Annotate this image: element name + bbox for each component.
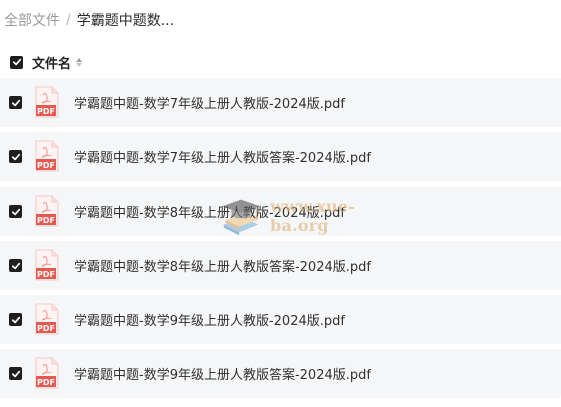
breadcrumb-current-folder: 学霸题中题数... (76, 13, 175, 29)
pdf-file-icon: PDF (34, 195, 60, 228)
file-checkbox[interactable] (9, 150, 22, 163)
checkmark-icon (11, 99, 20, 106)
select-all-checkbox[interactable] (10, 55, 23, 69)
column-header-filename[interactable]: 文件名 (32, 53, 71, 72)
pdf-file-icon: PDF (34, 303, 60, 336)
pdf-file-icon: PDF (34, 86, 60, 119)
checkmark-icon (11, 262, 20, 269)
checkmark-icon (11, 370, 20, 377)
file-name[interactable]: 学霸题中题-数学8年级上册人教版答案-2024版.pdf (74, 256, 371, 275)
file-row[interactable]: PDF 学霸题中题-数学9年级上册人教版答案-2024版.pdf (0, 349, 561, 398)
file-row[interactable]: PDF 学霸题中题-数学7年级上册人教版答案-2024版.pdf (0, 132, 561, 181)
checkmark-icon (11, 316, 20, 323)
pdf-file-icon: PDF (34, 357, 60, 390)
file-checkbox[interactable] (9, 313, 22, 326)
file-checkbox[interactable] (9, 205, 22, 218)
breadcrumb-separator: / (66, 12, 71, 28)
pdf-file-icon: PDF (34, 140, 60, 173)
pdf-file-icon: PDF (34, 249, 60, 282)
pdf-label: PDF (37, 324, 55, 333)
file-name[interactable]: 学霸题中题-数学9年级上册人教版答案-2024版.pdf (74, 364, 371, 383)
file-row[interactable]: PDF 学霸题中题-数学9年级上册人教版-2024版.pdf (0, 295, 561, 344)
breadcrumb: 全部文件 / 学霸题中题数... (4, 11, 174, 29)
file-row[interactable]: PDF 学霸题中题-数学8年级上册人教版-2024版.pdf (0, 187, 561, 236)
pdf-label: PDF (37, 216, 55, 225)
file-name[interactable]: 学霸题中题-数学7年级上册人教版答案-2024版.pdf (74, 147, 371, 166)
pdf-label: PDF (37, 107, 55, 116)
file-row[interactable]: PDF 学霸题中题-数学7年级上册人教版-2024版.pdf (0, 78, 561, 127)
file-browser-panel: 全部文件 / 学霸题中题数... 文件名 PDF 学霸题中题-数学7年级上册人教版… (0, 0, 561, 407)
pdf-label: PDF (37, 270, 55, 279)
pdf-label: PDF (37, 161, 55, 170)
breadcrumb-root-link[interactable]: 全部文件 (4, 10, 60, 30)
file-name[interactable]: 学霸题中题-数学9年级上册人教版-2024版.pdf (74, 310, 345, 329)
file-checkbox[interactable] (9, 367, 22, 380)
checkmark-icon (11, 208, 20, 215)
sort-icon[interactable] (76, 56, 83, 68)
file-checkbox[interactable] (9, 96, 22, 109)
checkmark-icon (12, 58, 21, 66)
file-row[interactable]: PDF 学霸题中题-数学8年级上册人教版答案-2024版.pdf (0, 241, 561, 290)
checkmark-icon (11, 153, 20, 160)
file-name[interactable]: 学霸题中题-数学8年级上册人教版-2024版.pdf (74, 202, 345, 221)
file-list-header: 文件名 (0, 51, 561, 73)
file-name[interactable]: 学霸题中题-数学7年级上册人教版-2024版.pdf (74, 93, 345, 112)
pdf-label: PDF (37, 378, 55, 387)
file-checkbox[interactable] (9, 259, 22, 272)
